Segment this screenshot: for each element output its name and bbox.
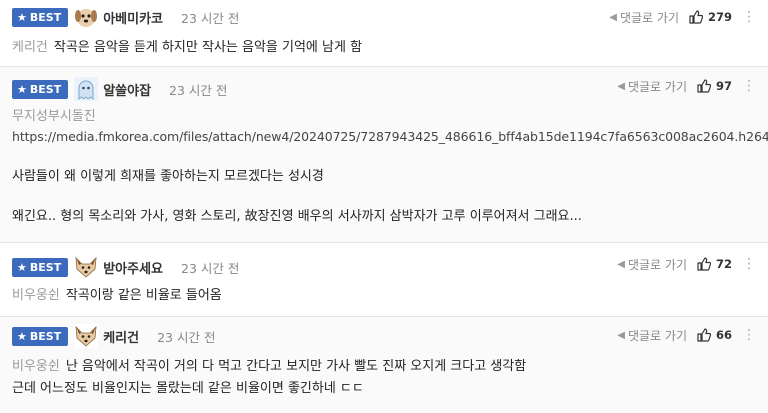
vote-count: 97 xyxy=(715,79,732,93)
star-icon: ★ xyxy=(17,82,27,96)
vote-button[interactable]: 66 xyxy=(697,328,732,342)
reply-link[interactable]: ◀ 댓글로 가기 xyxy=(617,256,687,273)
thumbs-up-icon xyxy=(697,257,711,271)
comment-text: 난 음악에서 작곡이 거의 다 먹고 간다고 보지만 가사 빨도 진짜 오지게 … xyxy=(65,359,527,374)
author-nickname[interactable]: 아베미카코 xyxy=(103,8,163,27)
author-nickname[interactable]: 받아주세요 xyxy=(103,258,163,277)
arrow-icon: ◀ xyxy=(617,258,625,270)
best-badge: ★ BEST xyxy=(12,257,69,277)
star-icon: ★ xyxy=(17,260,27,274)
comment-item: ★ BEST 케리건 23 시간 전 ◀ 댓글로 가기 66 ⋮ 비우웅쉰 난 음악에… xyxy=(0,317,768,413)
star-icon: ★ xyxy=(17,10,27,24)
more-options-icon[interactable]: ⋮ xyxy=(742,257,756,271)
vote-button[interactable]: 279 xyxy=(689,10,732,24)
fox-face-icon[interactable] xyxy=(74,255,99,279)
comment-text: 왜긴요.. 형의 목소리와 가사, 영화 스토리, 故장진영 배우의 서사까지 … xyxy=(12,209,582,224)
comment-text: 사람들이 왜 이렇게 희재를 좋아하는지 모르겠다는 성시경 xyxy=(12,169,324,184)
author-nickname[interactable]: 케리건 xyxy=(103,327,139,346)
comment-item: ★ BEST 아베미카코 23 시간 전 ◀ 댓글로 가기 279 ⋮ 케리건 작곡은… xyxy=(0,0,768,67)
reply-link[interactable]: ◀ 댓글로 가기 xyxy=(617,327,687,344)
best-badge: ★ BEST xyxy=(12,79,69,99)
arrow-icon: ◀ xyxy=(617,329,625,341)
comment-text: 근데 어느정도 비율인지는 몰랐는데 같은 비율이면 좋긴하네 ㄷㄷ xyxy=(12,381,364,396)
comment-item: ★ BEST 받아주세요 23 시간 전 ◀ 댓글로 가기 72 ⋮ 비우웅쉰 작곡이… xyxy=(0,243,768,317)
best-badge: ★ BEST xyxy=(12,326,69,346)
reply-target[interactable]: 케리건 xyxy=(12,40,48,55)
comment-time: 23 시간 전 xyxy=(181,10,240,26)
star-icon: ★ xyxy=(17,329,27,343)
dog-face-icon[interactable] xyxy=(74,5,99,29)
comment-text: 작곡이랑 같은 비율로 들어옴 xyxy=(65,288,222,303)
author-nickname[interactable]: 알쓸야잡 xyxy=(103,80,151,99)
comment-time: 23 시간 전 xyxy=(169,82,228,98)
thumbs-up-icon xyxy=(697,79,711,93)
vote-count: 72 xyxy=(715,257,732,271)
more-options-icon[interactable]: ⋮ xyxy=(742,79,756,93)
ghost-face-icon[interactable] xyxy=(74,77,99,101)
arrow-icon: ◀ xyxy=(609,11,617,23)
comment-list: ★ BEST 아베미카코 23 시간 전 ◀ 댓글로 가기 279 ⋮ 케리건 작곡은… xyxy=(0,0,768,413)
best-badge: ★ BEST xyxy=(12,7,69,27)
comment-item: ★ BEST 알쓸야잡 23 시간 전 ◀ 댓글로 가기 97 ⋮ 무지성부시돌진 … xyxy=(0,67,768,243)
thumbs-up-icon xyxy=(689,10,703,24)
vote-button[interactable]: 72 xyxy=(697,257,732,271)
fox-face-icon[interactable] xyxy=(74,324,99,348)
comment-time: 23 시간 전 xyxy=(157,329,216,345)
reply-target[interactable]: 비우웅쉰 xyxy=(12,359,60,374)
more-options-icon[interactable]: ⋮ xyxy=(742,328,756,342)
reply-link[interactable]: ◀ 댓글로 가기 xyxy=(609,9,679,26)
more-options-icon[interactable]: ⋮ xyxy=(742,10,756,24)
reply-link[interactable]: ◀ 댓글로 가기 xyxy=(617,78,687,95)
vote-button[interactable]: 97 xyxy=(697,79,732,93)
reply-target[interactable]: 무지성부시돌진 xyxy=(12,107,756,127)
vote-count: 66 xyxy=(715,328,732,342)
reply-target[interactable]: 비우웅쉰 xyxy=(12,288,60,303)
vote-count: 279 xyxy=(707,10,732,24)
arrow-icon: ◀ xyxy=(617,80,625,92)
thumbs-up-icon xyxy=(697,328,711,342)
media-link[interactable]: https://media.fmkorea.com/files/attach/n… xyxy=(12,127,768,147)
comment-time: 23 시간 전 xyxy=(181,260,240,276)
comment-text: 작곡은 음악을 듣게 하지만 작사는 음악을 기억에 남게 함 xyxy=(53,40,363,55)
